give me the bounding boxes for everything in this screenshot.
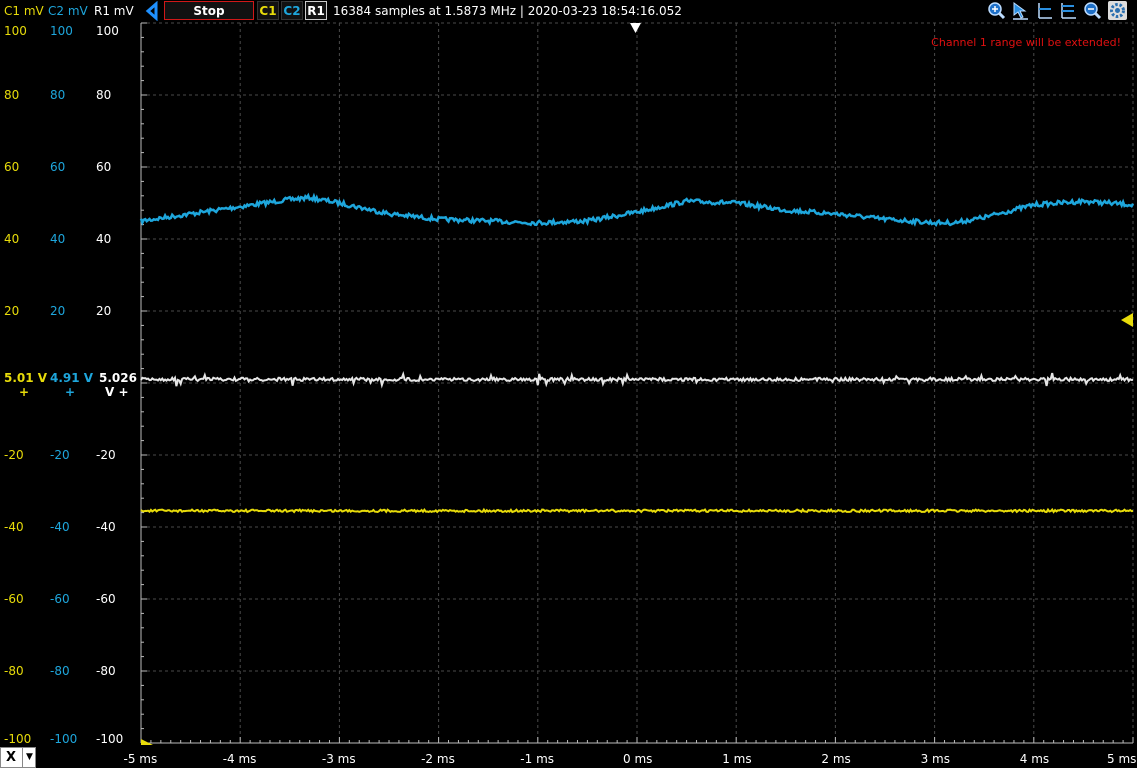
ref1-offset: 5.026	[99, 371, 137, 385]
ref1-tick-label: -40	[96, 520, 116, 534]
ref1-tick-label: -60	[96, 592, 116, 606]
trigger-position-marker[interactable]	[630, 23, 641, 33]
ch1-tick-label: 60	[4, 160, 20, 174]
x-tick-label: -2 ms	[421, 752, 455, 766]
x-tick-label: 0 ms	[623, 752, 653, 766]
ref1-tick-label: 100	[96, 24, 119, 38]
ref1-tick-label: 80	[96, 88, 112, 102]
ch1-tick-label: 40	[4, 232, 20, 246]
x-tick-label: 3 ms	[920, 752, 950, 766]
ch1-tick-label: -80	[4, 664, 24, 678]
ch2-tick-label: -100	[50, 732, 78, 746]
x-tick-label: -4 ms	[222, 752, 257, 766]
x-tick-label: 5 ms	[1107, 752, 1137, 766]
ref1-tick-label: -80	[96, 664, 116, 678]
ch2-tick-label: 40	[50, 232, 66, 246]
ch2-tick-label: -20	[50, 448, 70, 462]
trace-c1	[140, 507, 1134, 514]
x-axis-menu-label: X	[6, 750, 17, 765]
ref1-tick-label: -100	[96, 732, 124, 746]
plot-grid	[140, 22, 1134, 744]
range-warning: Channel 1 range will be extended!	[931, 36, 1121, 49]
x-tick-label: 4 ms	[1019, 752, 1050, 766]
ch2-offset-sign: +	[65, 385, 76, 399]
ref1-tick-label: 20	[96, 304, 112, 318]
ch2-offset: 4.91 V	[50, 371, 94, 385]
ref1-tick-label: 60	[96, 160, 112, 174]
ch1-offset-sign: +	[19, 385, 30, 399]
ch2-tick-label: -40	[50, 520, 70, 534]
ref1-tick-label: -20	[96, 448, 116, 462]
ch1-tick-label: 20	[4, 304, 20, 318]
ch2-tick-label: 60	[50, 160, 66, 174]
ch2-tick-label: -80	[50, 664, 70, 678]
x-tick-label: 2 ms	[821, 752, 851, 766]
ref1-offset-sign: V +	[105, 385, 129, 399]
x-tick-label: 1 ms	[722, 752, 752, 766]
ch1-tick-label: 80	[4, 88, 20, 102]
ch1-offset: 5.01 V	[4, 371, 48, 385]
x-tick-label: -1 ms	[520, 752, 555, 766]
ch2-tick-label: 80	[50, 88, 66, 102]
ch1-tick-label: 100	[4, 24, 27, 38]
ref1-tick-label: 40	[96, 232, 112, 246]
trigger-level-marker[interactable]	[1121, 313, 1133, 327]
ch1-tick-label: -40	[4, 520, 24, 534]
x-tick-label: -3 ms	[321, 752, 356, 766]
ch2-tick-label: 20	[50, 304, 66, 318]
ch1-tick-label: -60	[4, 592, 24, 606]
ch1-tick-label: -100	[4, 732, 32, 746]
x-tick-label: -5 ms	[123, 752, 158, 766]
chevron-down-icon[interactable]: ▼	[22, 748, 36, 767]
ch1-tick-label: -20	[4, 448, 24, 462]
oscilloscope-plot[interactable]	[0, 0, 1137, 768]
ch2-tick-label: 100	[50, 24, 73, 38]
ch2-tick-label: -60	[50, 592, 70, 606]
x-axis-menu[interactable]: X ▼	[0, 747, 36, 768]
